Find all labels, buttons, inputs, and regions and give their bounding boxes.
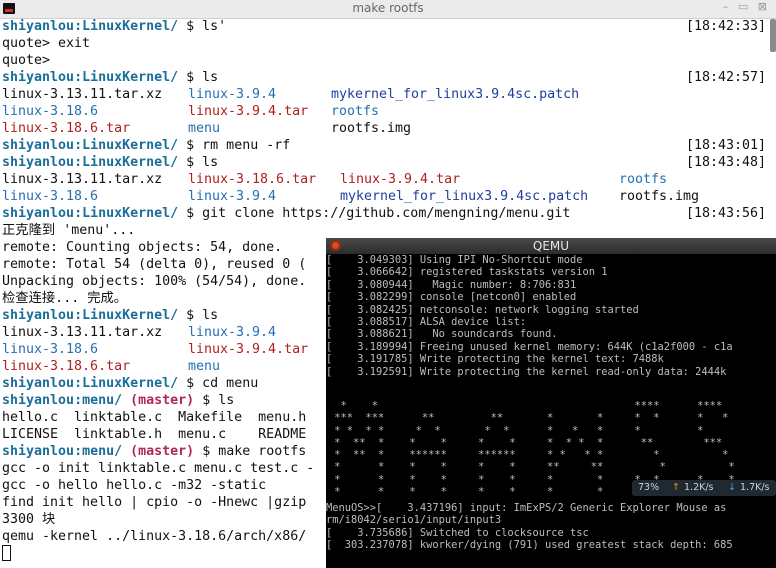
boot-line: rm/i8042/serio1/input/input3 — [326, 514, 502, 527]
qemu-title-bar[interactable]: QEMU — [326, 238, 776, 254]
boot-line: [ 3.066642] registered taskstats version… — [326, 266, 608, 279]
title-bar: make rootfs – ▭ ⊠ — [0, 0, 776, 19]
banner-row: * ** * * * * * * * * * ** *** — [328, 436, 723, 449]
menuos-prompt-line: MenuOS>>[ 3.437196] input: ImExPS/2 Gene… — [326, 502, 727, 514]
terminal-line: 正克隆到 'menu'... — [2, 223, 136, 238]
scrollbar[interactable] — [770, 19, 776, 52]
cpu-percent: 73% — [638, 482, 660, 493]
boot-line: [ 3.088517] ALSA device list: — [326, 315, 527, 328]
ls-row: linux-3.13.11.tar.xz linux-3.9.4 mykernel_… — [2, 87, 580, 102]
window-title: make rootfs — [352, 1, 424, 15]
upload-arrow-icon: ↑ — [672, 482, 680, 493]
boot-line: [ 3.049303] Using IPI No-Shortcut mode — [326, 254, 583, 266]
ls-row: linux-3.18.6 linux-3.9.4.tar rootfs — [2, 104, 380, 119]
boot-line: [ 3.082299] console [netcon0] enabled — [326, 291, 577, 304]
boot-line: [ 3.189994] Freeing unused kernel memory… — [326, 340, 733, 353]
banner-row: * ** * ****** ****** * * * * * * — [328, 449, 729, 462]
boot-line: [ 3.088621] No soundcards found. — [326, 328, 558, 341]
terminal-line: shiyanlou:LinuxKernel/ $ ls [18:42:57] — [2, 70, 766, 85]
banner-row: * * **** **** — [328, 400, 723, 412]
terminal-line: shiyanlou:LinuxKernel/ $ ls [18:43:48] — [2, 155, 766, 170]
qemu-title: QEMU — [532, 239, 570, 253]
window-controls[interactable]: – ▭ ⊠ — [723, 0, 770, 13]
banner-row: * * * * * * * * * * * * * — [328, 424, 704, 437]
boot-line: [ 3.735686] Switched to clocksource tsc — [326, 526, 589, 539]
download-arrow-icon: ↓ — [728, 482, 736, 493]
banner-row: *** *** ** ** * * * * * * — [328, 412, 729, 425]
terminal-line: shiyanlou:LinuxKernel/ $ git clone https… — [2, 206, 766, 221]
boot-line: [ 303.237078] kworker/dying (791) used g… — [326, 539, 733, 552]
boot-log: [ 3.049303] Using IPI No-Shortcut mode [… — [326, 254, 776, 378]
qemu-screen[interactable]: [ 3.049303] Using IPI No-Shortcut mode [… — [326, 254, 776, 568]
qemu-tail-log: MenuOS>>[ 3.437196] input: ImExPS/2 Gene… — [326, 502, 733, 552]
ls-row: linux-3.18.6 linux-3.9.4 mykernel_for_linu… — [2, 189, 700, 204]
ls-row: linux-3.13.11.tar.xz linux-3.18.6.tar linu… — [2, 172, 668, 187]
text-cursor — [2, 545, 11, 561]
terminal-line: quote> — [2, 53, 51, 68]
boot-line: [ 3.082425] netconsole: network logging … — [326, 303, 639, 316]
upload-speed: 1.2K/s — [684, 482, 714, 493]
banner-row: * * * * * * ** ** * * — [328, 461, 735, 474]
download-speed: 1.7K/s — [740, 482, 770, 493]
terminal-line: shiyanlou:LinuxKernel/ $ ls' [18:42:33] — [2, 19, 766, 34]
boot-line: [ 3.080944] Magic number: 8:706:831 — [326, 278, 577, 291]
network-speed-widget: 73% ↑ 1.2K/s ↓ 1.7K/s — [632, 480, 776, 496]
terminal-line: quote> exit — [2, 36, 91, 51]
terminal-line: shiyanlou:LinuxKernel/ $ rm menu -rf [18:… — [2, 138, 766, 153]
boot-line: [ 3.191785] Write protecting the kernel … — [326, 353, 664, 366]
ls-row: linux-3.18.6.tar menu rootfs.img — [2, 121, 412, 136]
qemu-app-icon — [330, 240, 341, 251]
boot-line: [ 3.192591] Write protecting the kernel … — [326, 365, 727, 378]
qemu-window[interactable]: QEMU [ 3.049303] Using IPI No-Shortcut m… — [326, 238, 776, 568]
